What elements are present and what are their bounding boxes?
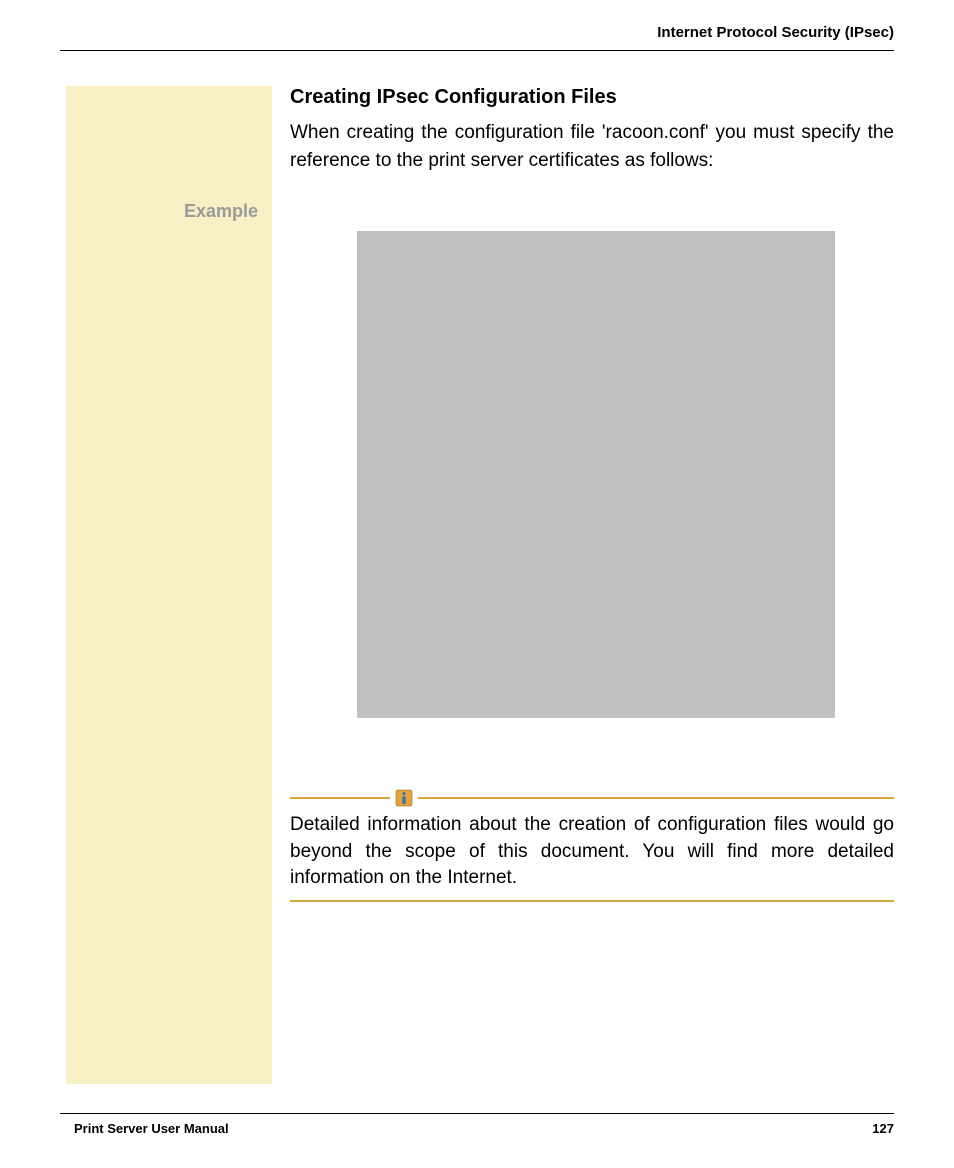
note-rule-bottom [290, 900, 894, 902]
footer-rule [60, 1113, 894, 1114]
section-heading: Creating IPsec Configuration Files [290, 86, 894, 109]
footer-manual-title: Print Server User Manual [74, 1121, 229, 1136]
info-note-block: Detailed information about the creation … [290, 786, 894, 902]
intro-paragraph: When creating the configuration file 'ra… [290, 119, 894, 174]
code-example-placeholder [357, 231, 835, 718]
header-rule [60, 50, 894, 51]
content-area: Creating IPsec Configuration Files When … [290, 86, 894, 174]
note-rule-top [290, 786, 894, 810]
sidebar-example-label: Example [184, 201, 258, 222]
sidebar-panel: Example [66, 86, 272, 1084]
info-icon [392, 786, 416, 810]
header-section-title: Internet Protocol Security (IPsec) [657, 24, 894, 41]
footer-page-number: 127 [872, 1121, 894, 1136]
note-rule-left [290, 797, 390, 799]
note-rule-right [418, 797, 894, 799]
note-text: Detailed information about the creation … [290, 812, 894, 892]
